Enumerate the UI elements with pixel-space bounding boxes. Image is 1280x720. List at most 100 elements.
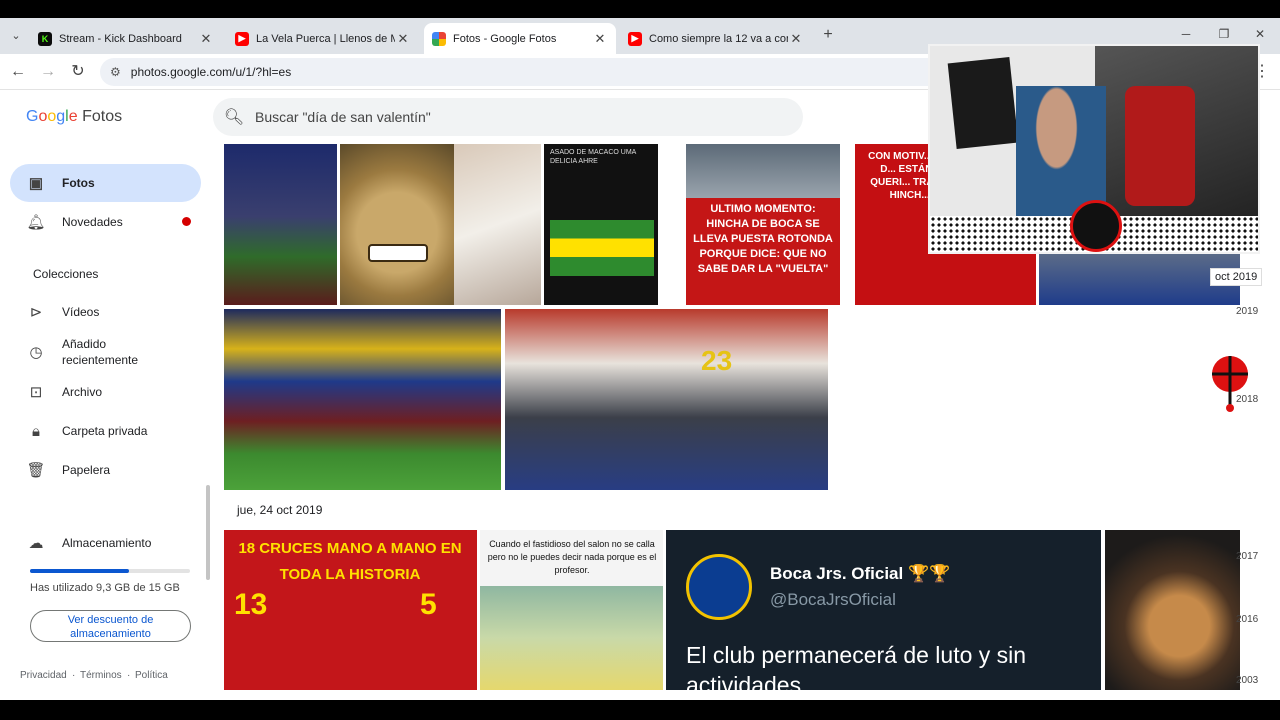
google-photos-logo[interactable]: Google Fotos xyxy=(26,108,122,126)
photo-cat[interactable] xyxy=(454,144,541,305)
sidebar-item-storage[interactable]: ☁ Almacenamiento xyxy=(10,524,201,562)
footer-policy-link[interactable]: Política xyxy=(135,670,168,681)
sidebar-item-trash[interactable]: 🗑︎ Papelera xyxy=(10,451,201,489)
tab-youtube-la-12[interactable]: ▶ Como siempre la 12 va a correr ✕ xyxy=(620,23,812,54)
close-tab-icon[interactable]: ✕ xyxy=(788,31,804,47)
spider-logo-overlay xyxy=(1208,352,1252,412)
tab-title: Stream - Kick Dashboard xyxy=(59,32,182,45)
spider-logo-icon xyxy=(1212,356,1248,412)
site-info-icon[interactable]: ⚙ xyxy=(110,65,121,79)
tab-title: La Vela Puerca | Llenos de Magia xyxy=(256,32,395,45)
sidebar-item-label: Carpeta privada xyxy=(62,424,148,438)
close-tab-icon[interactable]: ✕ xyxy=(592,31,608,47)
sidebar-item-label: Papelera xyxy=(62,463,111,477)
google-photos-icon xyxy=(432,31,446,46)
teeth-shape xyxy=(368,244,428,262)
tweet-handle: @BocaJrsOficial xyxy=(770,590,896,609)
timeline-year[interactable]: 2003 xyxy=(1236,675,1258,686)
forward-icon[interactable]: → xyxy=(38,62,58,82)
trash-icon: 🗑︎ xyxy=(26,462,46,479)
tweet-author: Boca Jrs. Oficial 🏆🏆 xyxy=(770,564,951,583)
storage-bar-fill xyxy=(30,569,130,573)
tab-google-photos[interactable]: Fotos - Google Fotos ✕ xyxy=(424,23,616,54)
webcam-shelf xyxy=(1095,46,1258,221)
river-wins-count: 13 xyxy=(234,588,268,621)
close-tab-icon[interactable]: ✕ xyxy=(198,31,214,47)
sidebar-item-label: Añadido recientemente xyxy=(62,337,139,367)
search-input[interactable]: 🔍︎ Buscar "día de san valentín" xyxy=(213,98,803,136)
photo-caption: 18 CRUCES MANO A MANO EN TODA LA HISTORI… xyxy=(238,540,462,583)
photo-caption: ULTIMO MOMENTO: HINCHA DE BOCA SE LLEVA … xyxy=(693,203,833,275)
wall-art xyxy=(947,56,1019,150)
tweet-text: El club permanecerá de luto y sin activi… xyxy=(686,642,1027,690)
tab-kick[interactable]: K Stream - Kick Dashboard ✕ xyxy=(30,23,222,54)
url-text: photos.google.com/u/1/?hl=es xyxy=(130,65,292,79)
close-tab-icon[interactable]: ✕ xyxy=(395,31,411,47)
tab-search-chevron-icon[interactable]: ⌄ xyxy=(6,26,26,46)
sidebar-item-label: Novedades xyxy=(62,215,123,229)
photo-screenshot-flag[interactable]: ASADO DE MACACO UMA DELICIA AHRE xyxy=(544,144,658,305)
reload-icon[interactable]: ↻ xyxy=(68,62,88,82)
sidebar-item-videos[interactable]: ⊳ Vídeos xyxy=(10,293,201,331)
search-icon[interactable]: 🔍︎ xyxy=(213,107,255,127)
photo-meme-face[interactable] xyxy=(340,144,454,305)
storage-bar xyxy=(30,569,190,573)
timeline-year[interactable]: 2017 xyxy=(1236,551,1258,562)
footer-separator: · xyxy=(127,670,131,681)
restore-icon[interactable]: ❐ xyxy=(1214,24,1234,44)
photo-top-image xyxy=(686,144,840,198)
sidebar-item-fotos[interactable]: ▣ Fotos xyxy=(10,164,201,202)
play-icon: ⊳ xyxy=(29,304,43,321)
sidebar-item-recent[interactable]: ◷ Añadido recientemente xyxy=(10,332,201,372)
timeline-current-marker[interactable]: oct 2019 xyxy=(1210,268,1263,286)
date-header: jue, 24 oct 2019 xyxy=(237,503,323,517)
sidebar-item-label: Vídeos xyxy=(62,305,100,319)
flag-image xyxy=(550,220,654,276)
back-icon[interactable]: ← xyxy=(8,62,28,82)
photo-boca-tweet[interactable]: Boca Jrs. Oficial 🏆🏆 @BocaJrsOficial El … xyxy=(666,530,1101,690)
window-top-edge xyxy=(0,0,1280,18)
google-wordmark: Google xyxy=(26,108,78,125)
meme-image xyxy=(480,586,663,690)
sidebar-scrollbar[interactable] xyxy=(206,485,210,580)
bell-icon: 🔔︎ xyxy=(26,214,46,231)
lock-icon: 🔒︎ xyxy=(32,422,40,440)
photo-bombonera-celebration[interactable] xyxy=(224,309,501,490)
product-name: Fotos xyxy=(82,108,123,125)
sidebar-item-novedades[interactable]: 🔔︎ Novedades xyxy=(10,203,201,241)
archive-icon: ⊡ xyxy=(29,384,43,401)
notification-dot xyxy=(182,217,191,226)
new-tab-icon[interactable]: + xyxy=(818,25,838,45)
footer-privacy-link[interactable]: Privacidad xyxy=(20,670,67,681)
timeline-year[interactable]: 2016 xyxy=(1236,614,1258,625)
sidebar-item-private-folder[interactable]: 🔒︎ Carpeta privada xyxy=(10,412,201,450)
youtube-icon: ▶ xyxy=(628,31,642,46)
gaming-chair xyxy=(1125,86,1195,206)
photo-professor-meme[interactable]: Cuando el fastidioso del salon no se cal… xyxy=(480,530,663,690)
timeline-year[interactable]: 2019 xyxy=(1236,306,1258,317)
sidebar-item-label: Almacenamiento xyxy=(62,536,152,550)
collections-title: Colecciones xyxy=(33,267,99,281)
photo-dog[interactable] xyxy=(1105,530,1240,690)
kick-icon: K xyxy=(38,31,52,46)
footer-terms-link[interactable]: Términos xyxy=(80,670,122,681)
window-close-icon[interactable]: ✕ xyxy=(1250,24,1270,44)
clock-icon: ◷ xyxy=(29,344,43,361)
sidebar-item-label: Archivo xyxy=(62,385,103,399)
sidebar-item-label: Fotos xyxy=(62,176,95,190)
photo-red-news-card[interactable]: ULTIMO MOMENTO: HINCHA DE BOCA SE LLEVA … xyxy=(686,144,840,305)
search-placeholder: Buscar "día de san valentín" xyxy=(255,109,431,125)
jersey-number: 23 xyxy=(701,345,733,376)
photo-match-players[interactable]: 23 xyxy=(505,309,828,490)
storage-discount-button[interactable]: Ver descuento de almacenamiento xyxy=(30,610,191,642)
channel-badge xyxy=(1070,200,1122,252)
minimize-icon[interactable]: ─ xyxy=(1176,24,1196,44)
photo-cruces-historia[interactable]: 18 CRUCES MANO A MANO EN TODA LA HISTORI… xyxy=(224,530,477,690)
youtube-icon: ▶ xyxy=(235,31,249,46)
photo-stadium-celebration[interactable] xyxy=(224,144,337,305)
tab-youtube-vela-puerca[interactable]: ▶ La Vela Puerca | Llenos de Magia ✕ xyxy=(227,23,419,54)
sidebar-item-archivo[interactable]: ⊡ Archivo xyxy=(10,373,201,411)
tab-title: Fotos - Google Fotos xyxy=(453,32,557,45)
boca-wins-count: 5 xyxy=(420,588,437,621)
photo-caption: Cuando el fastidioso del salon no se cal… xyxy=(487,539,657,575)
